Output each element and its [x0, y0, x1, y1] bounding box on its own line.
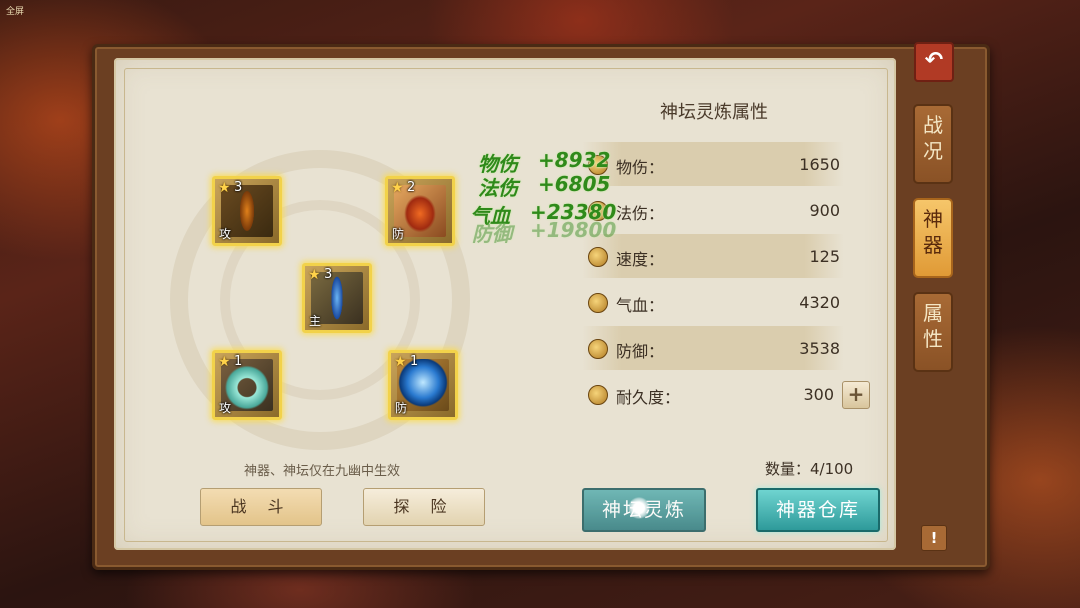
tab-attributes[interactable]: 属性 [913, 292, 953, 372]
gain-magic: 法伤 +6805 [478, 172, 610, 201]
heart-icon [588, 293, 608, 313]
slot-type-tag: 防 [395, 401, 408, 415]
slot-star-count: 3 [324, 267, 333, 282]
attribute-value: 900 [809, 201, 840, 220]
star-icon: ★ [394, 354, 407, 370]
slot-type-tag: 攻 [219, 401, 232, 415]
artifact-slot-attack-1[interactable]: ★ 3 攻 [212, 176, 282, 246]
attribute-name: 气血： [616, 296, 665, 315]
attributes-title: 神坛灵炼属性 [660, 102, 768, 123]
gain-value: +8932 [538, 148, 611, 172]
wrench-icon [588, 385, 608, 405]
attribute-value: 3538 [799, 339, 840, 358]
star-icon: ★ [391, 180, 404, 196]
lightning-icon [588, 247, 608, 267]
attribute-value: 1650 [799, 155, 840, 174]
attribute-name: 防御： [616, 342, 665, 361]
attribute-value: 300 [803, 385, 834, 404]
shield-icon [588, 339, 608, 359]
artifact-slot-defense-1[interactable]: ★ 2 防 [385, 176, 455, 246]
gain-value: +19800 [530, 218, 617, 242]
slot-star-count: 3 [234, 180, 243, 195]
attribute-name: 速度： [616, 250, 665, 269]
effect-scope-hint: 神器、神坛仅在九幽中生效 [244, 464, 401, 479]
star-icon: ★ [218, 180, 231, 196]
attribute-row-durability: 耐久度： 300 [582, 372, 838, 416]
gain-value: +6805 [538, 172, 611, 196]
fullscreen-label[interactable]: 全屏 [6, 4, 24, 17]
slot-type-tag: 攻 [219, 227, 232, 241]
attribute-row-speed: 速度： 125 [582, 234, 844, 278]
star-icon: ★ [218, 354, 231, 370]
slot-type-tag: 防 [392, 227, 405, 241]
slot-type-tag: 主 [309, 314, 322, 328]
attribute-row-magic: 法伤： 900 [582, 188, 844, 232]
artifact-warehouse-button[interactable]: 神器仓库 [756, 488, 880, 532]
slot-star-count: 2 [407, 180, 416, 195]
artifact-slot-attack-2[interactable]: ★ 1 攻 [212, 350, 282, 420]
attribute-row-physical: 物伤： 1650 [582, 142, 844, 186]
attribute-name: 耐久度： [616, 388, 681, 407]
gain-label: 防御 [472, 222, 512, 246]
add-durability-button[interactable]: + [842, 381, 870, 409]
tab-battle-status[interactable]: 战况 [913, 104, 953, 184]
attribute-value: 4320 [799, 293, 840, 312]
battle-button[interactable]: 战 斗 [200, 488, 322, 526]
tab-label: 属性 [923, 301, 943, 351]
attribute-row-defense: 防御： 3538 [582, 326, 844, 370]
tab-artifacts[interactable]: 神器 [913, 198, 953, 278]
artifact-slot-defense-2[interactable]: ★ 1 防 [388, 350, 458, 420]
back-arrow-icon[interactable]: ↶ [914, 42, 954, 82]
exclamation-icon[interactable]: ! [921, 525, 947, 551]
slot-star-count: 1 [234, 354, 243, 369]
attribute-name: 法伤： [616, 204, 665, 223]
explore-button[interactable]: 探 险 [363, 488, 485, 526]
artifact-count: 数量：4/100 [765, 460, 854, 478]
attribute-name: 物伤： [616, 158, 665, 177]
tab-label: 神器 [923, 207, 943, 257]
attribute-value: 125 [809, 247, 840, 266]
gain-defense: 防御 +19800 [472, 218, 616, 247]
gain-label: 法伤 [478, 176, 518, 200]
slot-star-count: 1 [410, 354, 419, 369]
touch-cursor-icon [628, 497, 650, 519]
attribute-row-hp: 气血： 4320 [582, 280, 844, 324]
artifact-slot-main[interactable]: ★ 3 主 [302, 263, 372, 333]
star-icon: ★ [308, 267, 321, 283]
tab-label: 战况 [923, 113, 943, 163]
